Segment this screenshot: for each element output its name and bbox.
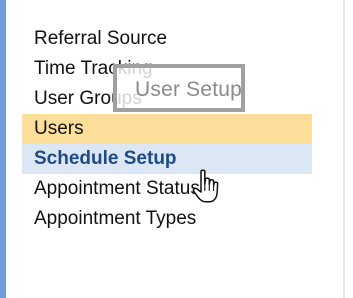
- hand-pointer-icon: [192, 169, 219, 203]
- menu-item-schedule-setup[interactable]: Schedule Setup: [22, 144, 312, 174]
- settings-menu-list: Referral Source Time Tracking User Group…: [22, 24, 312, 234]
- menu-item-label: Referral Source: [34, 28, 168, 49]
- menu-item-label: Appointment Status: [34, 178, 200, 199]
- menu-left-accent-bar: [0, 0, 6, 298]
- menu-item-label: Schedule Setup: [34, 148, 177, 169]
- menu-item-label: Users: [34, 118, 84, 139]
- menu-item-appointment-status[interactable]: Appointment Status: [22, 174, 312, 204]
- menu-item-appointment-types[interactable]: Appointment Types: [22, 204, 312, 234]
- panel-divider: [343, 0, 345, 298]
- drag-preview-tooltip: User Setup: [113, 64, 245, 112]
- menu-item-users[interactable]: Users: [22, 114, 312, 144]
- menu-item-referral-source[interactable]: Referral Source: [22, 24, 312, 54]
- settings-menu-panel: Referral Source Time Tracking User Group…: [0, 0, 353, 298]
- menu-item-label: Appointment Types: [34, 208, 197, 229]
- tooltip-label: User Setup: [135, 78, 243, 101]
